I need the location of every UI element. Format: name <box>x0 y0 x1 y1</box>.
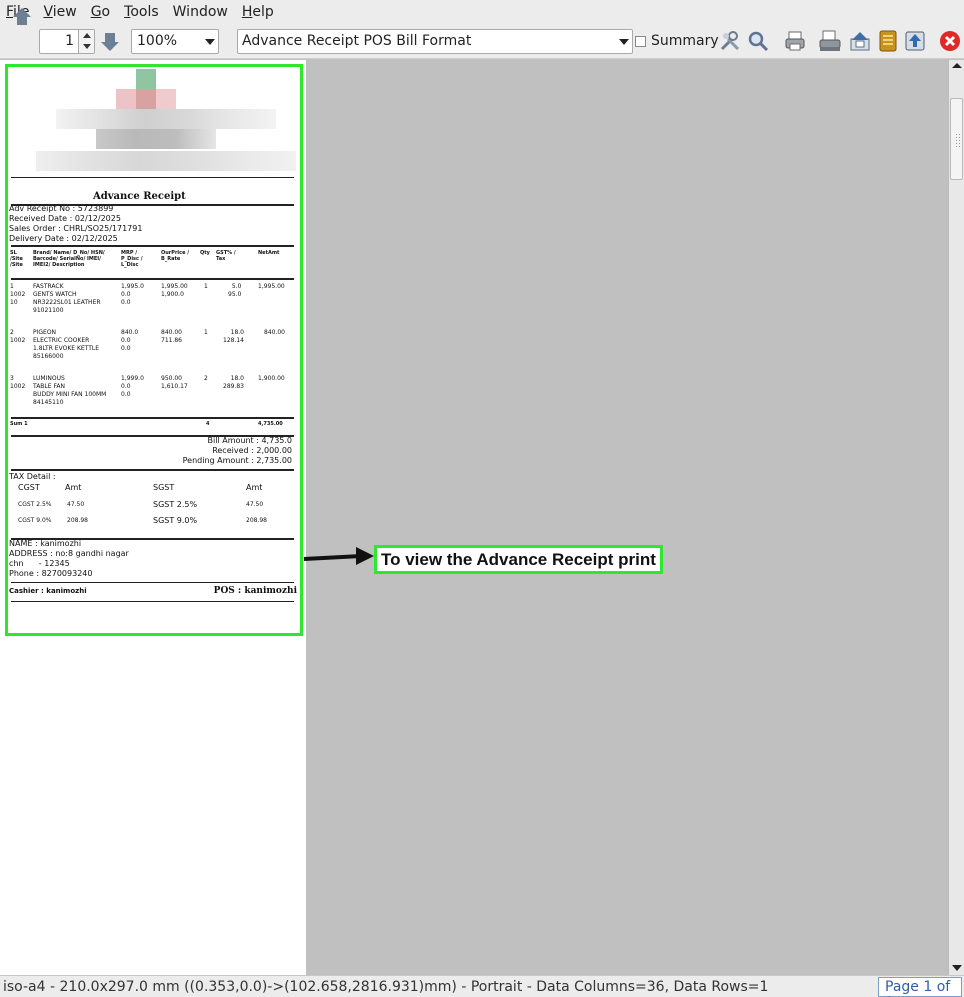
pending-amount: Pending Amount : 2,735.00 <box>182 456 292 465</box>
tax-head-cgst: CGST <box>18 483 40 492</box>
book-icon[interactable] <box>876 29 900 53</box>
page-number-value: 1 <box>65 33 74 49</box>
arrow-up-icon <box>13 8 31 17</box>
menu-bar: File View Go Tools Window Help <box>0 0 964 24</box>
col-header-mrp: MRP / P_Disc / L_Disc <box>121 250 143 268</box>
sales-order: Sales Order : CHRL/SO25/171791 <box>9 224 143 233</box>
sum-qty: 4 <box>206 421 210 427</box>
close-icon[interactable] <box>938 29 962 53</box>
tax-head-sgst: SGST <box>153 483 175 492</box>
report-viewer-window: File View Go Tools Window Help 1 100% Ad… <box>0 0 964 997</box>
pos-label: POS : kanimozhi <box>213 586 297 596</box>
chevron-down-icon <box>205 39 215 45</box>
col-header-description: Brand/ Name/ D_No/ HSN/ Barcode/ SerialN… <box>33 250 105 268</box>
customer-city: chn - 12345 <box>9 559 70 568</box>
menu-help[interactable]: Help <box>240 4 282 20</box>
menu-tools[interactable]: Tools <box>122 4 167 20</box>
print-icon[interactable] <box>783 29 807 53</box>
menu-window[interactable]: Window <box>171 4 236 20</box>
summary-checkbox[interactable]: Summary <box>635 33 719 49</box>
status-bar: iso-a4 - 210.0x297.0 mm ((0.353,0.0)->(1… <box>0 975 964 997</box>
col-header-gst: GST% / Tax <box>216 250 236 262</box>
print-setup-icon[interactable] <box>818 29 842 53</box>
vertical-scrollbar[interactable] <box>948 60 964 975</box>
menu-view[interactable]: View <box>41 4 84 20</box>
received-date: Received Date : 02/12/2025 <box>9 214 121 223</box>
cashier-label: Cashier : kanimozhi <box>9 587 87 595</box>
annotation-callout: To view the Advance Receipt print <box>374 545 663 574</box>
scrollbar-thumb[interactable] <box>950 98 963 180</box>
scroll-down-icon[interactable] <box>952 965 962 971</box>
save-icon[interactable] <box>903 29 927 53</box>
zoom-select[interactable]: 100% <box>131 29 219 54</box>
menu-go[interactable]: Go <box>89 4 118 20</box>
col-header-sl: SL /Site /Site <box>10 250 23 268</box>
checkbox-box[interactable] <box>635 35 646 47</box>
report-view-area[interactable] <box>306 60 948 975</box>
summary-label: Summary <box>651 33 719 49</box>
adv-receipt-no: Adv Receipt No : 5723899 <box>9 204 114 213</box>
report-format-value: Advance Receipt POS Bill Format <box>242 33 472 49</box>
col-header-qty: Qty <box>200 250 210 256</box>
spinner-down-icon <box>83 44 91 49</box>
zoom-value: 100% <box>137 33 178 49</box>
col-header-netamt: NetAmt <box>258 250 280 256</box>
scroll-up-icon[interactable] <box>952 63 962 68</box>
tax-detail-label: TAX Detail : <box>9 472 56 481</box>
page-info-text: iso-a4 - 210.0x297.0 mm ((0.353,0.0)->(1… <box>3 979 769 995</box>
received-amount: Received : 2,000.00 <box>212 446 292 455</box>
tools-icon[interactable] <box>718 29 742 53</box>
sum-label: Sum 1 <box>10 421 28 427</box>
col-header-ourprice: OurPrice / B_Rate <box>161 250 190 262</box>
tax-head-amt: Amt <box>246 483 263 492</box>
arrow-right-icon <box>356 547 374 565</box>
spinner-up-icon <box>83 33 91 38</box>
arrow-down-icon <box>101 42 119 51</box>
page-number-spinner[interactable]: 1 <box>39 29 95 54</box>
spinner-buttons[interactable] <box>78 30 94 53</box>
customer-phone: Phone : 8270093240 <box>9 569 93 578</box>
tax-head-amt: Amt <box>65 483 82 492</box>
search-icon[interactable] <box>746 29 770 53</box>
report-format-select[interactable]: Advance Receipt POS Bill Format <box>237 29 633 54</box>
export-icon[interactable] <box>848 29 872 53</box>
receipt-title: Advance Receipt <box>93 191 186 202</box>
customer-name: NAME : kanimozhi <box>9 539 82 548</box>
advance-receipt-preview: Advance Receipt Adv Receipt No : 5723899… <box>5 64 303 636</box>
delivery-date: Delivery Date : 02/12/2025 <box>9 234 118 243</box>
sum-amount: 4,735.00 <box>258 421 283 427</box>
bill-amount: Bill Amount : 4,735.0 <box>207 436 292 445</box>
chevron-down-icon <box>619 39 629 45</box>
page-indicator: Page 1 of 1 <box>878 977 962 997</box>
customer-address: ADDRESS : no:8 gandhi nagar <box>9 549 129 558</box>
